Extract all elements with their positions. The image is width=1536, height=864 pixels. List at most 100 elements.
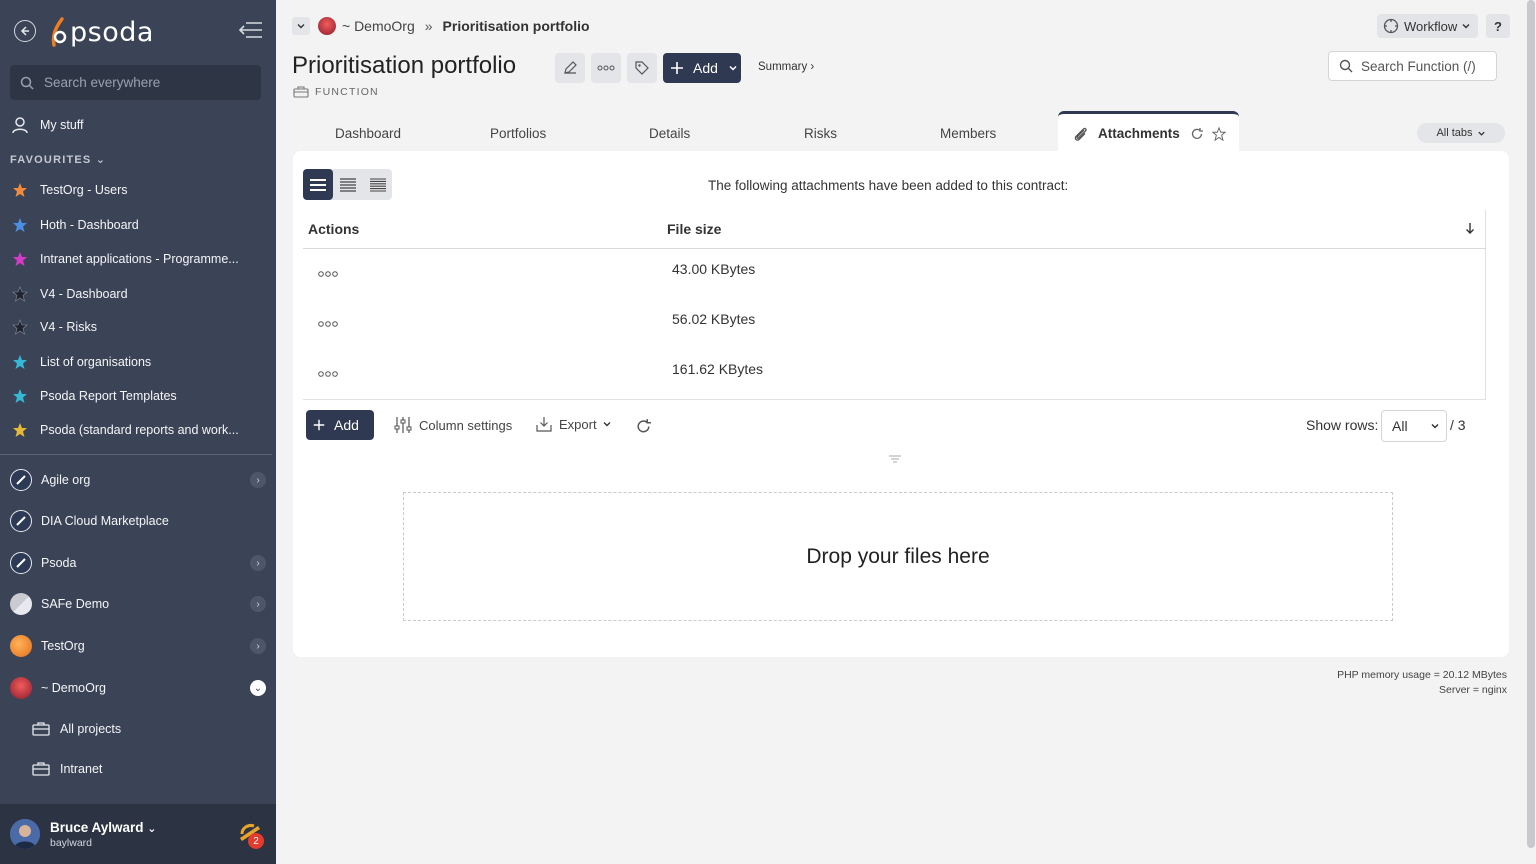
refresh-icon[interactable]	[1190, 127, 1204, 141]
sidebar-header: psoda	[0, 0, 276, 64]
all-tabs-button[interactable]: All tabs	[1417, 123, 1505, 143]
chevron-right-icon[interactable]: ›	[250, 638, 266, 654]
tag-icon	[635, 61, 649, 75]
column-settings-button[interactable]: Column settings	[394, 416, 512, 434]
page-title: Prioritisation portfolio	[292, 52, 517, 79]
user-bar[interactable]: Bruce Aylward ⌄ baylward	[0, 804, 276, 864]
tab-portfolios[interactable]: Portfolios	[490, 126, 546, 141]
sidebar-item-label: My stuff	[40, 118, 84, 132]
table-header-divider	[303, 248, 1486, 249]
tab-details[interactable]: Details	[649, 126, 690, 141]
scrollbar-thumb[interactable]	[1527, 0, 1535, 848]
edit-button[interactable]	[555, 53, 585, 83]
org-item-dia-cloud[interactable]: DIA Cloud Marketplace	[0, 503, 276, 539]
chevron-down-icon	[603, 422, 611, 427]
show-rows-select[interactable]: All	[1381, 410, 1447, 442]
sidebar-item-all-projects[interactable]: All projects	[0, 714, 276, 744]
tab-members[interactable]: Members	[940, 126, 996, 141]
chevron-right-icon[interactable]: ›	[250, 596, 266, 612]
favourite-item[interactable]: V4 - Dashboard	[0, 279, 276, 309]
function-search[interactable]	[1328, 51, 1497, 81]
org-item-agile-org[interactable]: Agile org ›	[0, 462, 276, 498]
star-icon	[11, 387, 29, 405]
tag-button[interactable]	[627, 53, 657, 83]
workflow-button[interactable]: Workflow	[1377, 14, 1478, 38]
psoda-logo[interactable]: psoda	[50, 14, 154, 50]
chevron-right-icon[interactable]: ›	[250, 472, 266, 488]
star-icon	[11, 250, 29, 268]
rows-total: / 3	[1450, 417, 1466, 433]
briefcase-icon	[32, 722, 50, 736]
star-icon	[11, 353, 29, 371]
favourite-item[interactable]: Hoth - Dashboard	[0, 210, 276, 240]
favourite-item[interactable]: Psoda Report Templates	[0, 381, 276, 411]
file-drop-zone[interactable]: Drop your files here	[403, 492, 1393, 621]
sidebar-item-intranet[interactable]: Intranet	[0, 754, 276, 784]
add-label: Add	[693, 60, 718, 76]
view-dense-button[interactable]	[363, 169, 393, 200]
refresh-icon[interactable]	[635, 418, 652, 435]
search-function-input[interactable]	[1361, 58, 1496, 74]
more-icon	[597, 65, 615, 71]
star-outline-icon[interactable]	[1211, 126, 1226, 141]
favourite-label: Psoda (standard reports and work...	[40, 423, 239, 437]
favourite-label: Psoda Report Templates	[40, 389, 177, 403]
collapse-menu-icon[interactable]	[236, 20, 264, 40]
favourite-item[interactable]: List of organisations	[0, 347, 276, 377]
tab-risks[interactable]: Risks	[804, 126, 837, 141]
favourite-label: TestOrg - Users	[40, 183, 128, 197]
row-actions-icon[interactable]	[318, 270, 338, 278]
add-attachment-button[interactable]: Add	[306, 410, 374, 440]
more-options-button[interactable]	[591, 53, 621, 83]
chevron-down-icon	[729, 65, 737, 71]
org-item-safe-demo[interactable]: SAFe Demo ›	[0, 586, 276, 622]
sidebar-search[interactable]	[10, 65, 261, 100]
file-size-cell: 43.00 KBytes	[672, 261, 756, 277]
add-button[interactable]: Add	[663, 53, 741, 83]
column-header-file-size[interactable]: File size	[667, 221, 721, 237]
export-button[interactable]: Export	[536, 416, 612, 432]
star-icon	[11, 181, 29, 199]
chevron-right-icon[interactable]: ›	[250, 555, 266, 571]
user-name[interactable]: Bruce Aylward ⌄	[50, 820, 157, 835]
row-actions-icon[interactable]	[318, 370, 338, 378]
attachments-table	[303, 210, 1486, 400]
org-label: SAFe Demo	[41, 597, 110, 611]
column-header-actions[interactable]: Actions	[308, 221, 359, 237]
breadcrumb-org[interactable]: ~ DemoOrg	[342, 18, 415, 34]
briefcase-icon	[32, 762, 50, 776]
row-actions-icon[interactable]	[318, 320, 338, 328]
sort-down-icon[interactable]	[1464, 221, 1476, 235]
server-info: Server = nginx	[1439, 683, 1507, 696]
workflow-label: Workflow	[1404, 18, 1458, 34]
favourites-header[interactable]: FAVOURITES ⌄	[10, 153, 106, 166]
breadcrumb-current: Prioritisation portfolio	[442, 18, 590, 34]
download-icon	[536, 417, 552, 432]
org-item-testorg[interactable]: TestOrg ›	[0, 628, 276, 664]
sidebar-item-my-stuff[interactable]: My stuff	[0, 110, 276, 140]
help-button[interactable]: ?	[1486, 14, 1510, 38]
avatar[interactable]	[10, 819, 40, 849]
favourite-item[interactable]: Psoda (standard reports and work...	[0, 415, 276, 445]
page-scrollbar[interactable]	[1526, 0, 1536, 864]
sidebar-divider	[0, 454, 272, 455]
org-item-demoorg[interactable]: ~ DemoOrg ⌄	[0, 670, 276, 706]
org-item-psoda[interactable]: Psoda ›	[0, 545, 276, 581]
favourite-item[interactable]: TestOrg - Users	[0, 175, 276, 205]
chevron-down-icon	[1431, 423, 1439, 429]
paperclip-icon	[1074, 127, 1087, 141]
tab-attachments[interactable]: Attachments	[1058, 111, 1239, 153]
view-list-button[interactable]	[303, 169, 333, 200]
resize-handle-icon[interactable]	[888, 454, 902, 464]
show-rows-value: All	[1392, 418, 1408, 434]
favourite-item[interactable]: Intranet applications - Programme...	[0, 244, 276, 274]
summary-link[interactable]: Summary ›	[758, 61, 814, 73]
tab-dashboard[interactable]: Dashboard	[335, 126, 401, 141]
favourite-item[interactable]: V4 - Risks	[0, 312, 276, 342]
breadcrumb-dropdown[interactable]	[292, 17, 310, 35]
view-compact-button[interactable]	[333, 169, 363, 200]
search-everywhere-input[interactable]	[44, 75, 244, 90]
drop-zone-text: Drop your files here	[806, 544, 990, 568]
back-icon[interactable]	[14, 20, 36, 42]
chevron-down-icon[interactable]: ⌄	[250, 680, 266, 696]
